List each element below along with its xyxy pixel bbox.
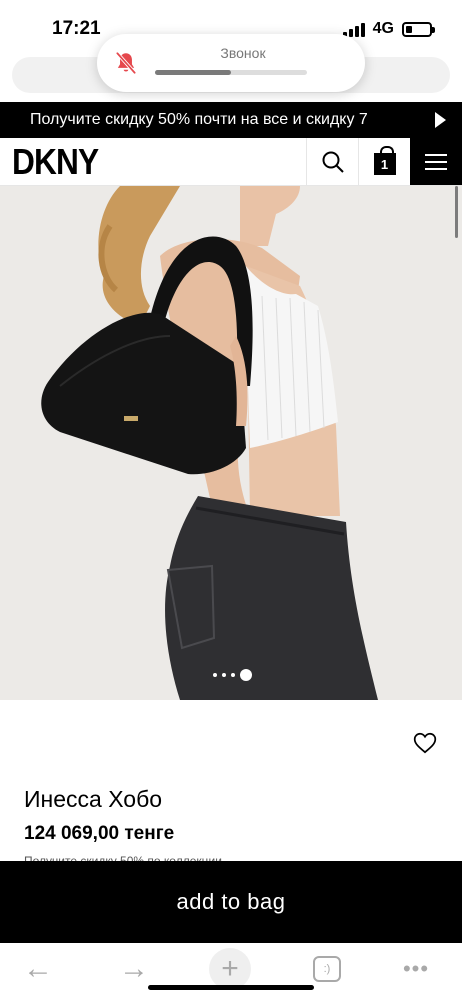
carousel-dot[interactable] (240, 669, 252, 681)
more-dots-icon: ••• (402, 956, 430, 981)
product-photo (0, 186, 462, 700)
arrow-left-icon: ← (23, 952, 53, 985)
hamburger-icon (425, 149, 447, 175)
tabs-icon: :) (313, 956, 341, 982)
play-arrow-icon[interactable] (435, 112, 446, 128)
battery-level (406, 25, 412, 33)
signal-icon (342, 21, 365, 37)
network-label: 4G (372, 20, 394, 37)
ringer-volume-slider[interactable] (155, 70, 307, 75)
site-header: DKNY 1 (0, 138, 462, 186)
bag-button[interactable]: 1 (358, 138, 410, 185)
product-name: Инесса Хобо (24, 786, 163, 812)
plus-icon: + (209, 948, 251, 990)
menu-button[interactable] (410, 138, 462, 185)
add-to-bag-button[interactable]: add to bag (0, 861, 462, 943)
search-button[interactable] (306, 138, 358, 185)
more-button[interactable]: ••• (396, 943, 436, 995)
product-image[interactable] (0, 186, 462, 700)
tabs-button[interactable]: :) (312, 943, 342, 995)
carousel-dot[interactable] (222, 673, 226, 677)
wishlist-heart-icon[interactable] (412, 730, 438, 756)
logo[interactable]: DKNY (12, 141, 99, 183)
back-button[interactable]: ← (18, 943, 58, 995)
product-price: 124 069,00 тенге (24, 823, 175, 844)
search-icon (322, 151, 344, 173)
scroll-indicator (455, 186, 458, 238)
battery-icon (402, 21, 435, 37)
browser-toolbar: ← → + :) ••• (0, 943, 462, 999)
home-indicator (148, 985, 314, 990)
carousel-dots[interactable] (213, 669, 252, 681)
bag-count: 1 (380, 156, 389, 172)
ringer-volume-fill (155, 70, 231, 75)
product-promo-note: Получите скидку 50% по коллекции (24, 854, 222, 861)
ringer-label: Звонок (220, 45, 266, 61)
status-time: 17:21 (52, 18, 101, 39)
shopping-bag-icon: 1 (373, 146, 396, 175)
carousel-dot[interactable] (213, 673, 217, 677)
promo-text: Получите скидку 50% почти на все и скидк… (30, 111, 368, 128)
carousel-dot[interactable] (231, 673, 235, 677)
promo-banner[interactable]: Получите скидку 50% почти на все и скидк… (0, 102, 462, 138)
status-indicators: 4G (342, 20, 435, 38)
ringer-notification: Звонок (97, 34, 365, 92)
arrow-right-icon: → (119, 952, 149, 985)
